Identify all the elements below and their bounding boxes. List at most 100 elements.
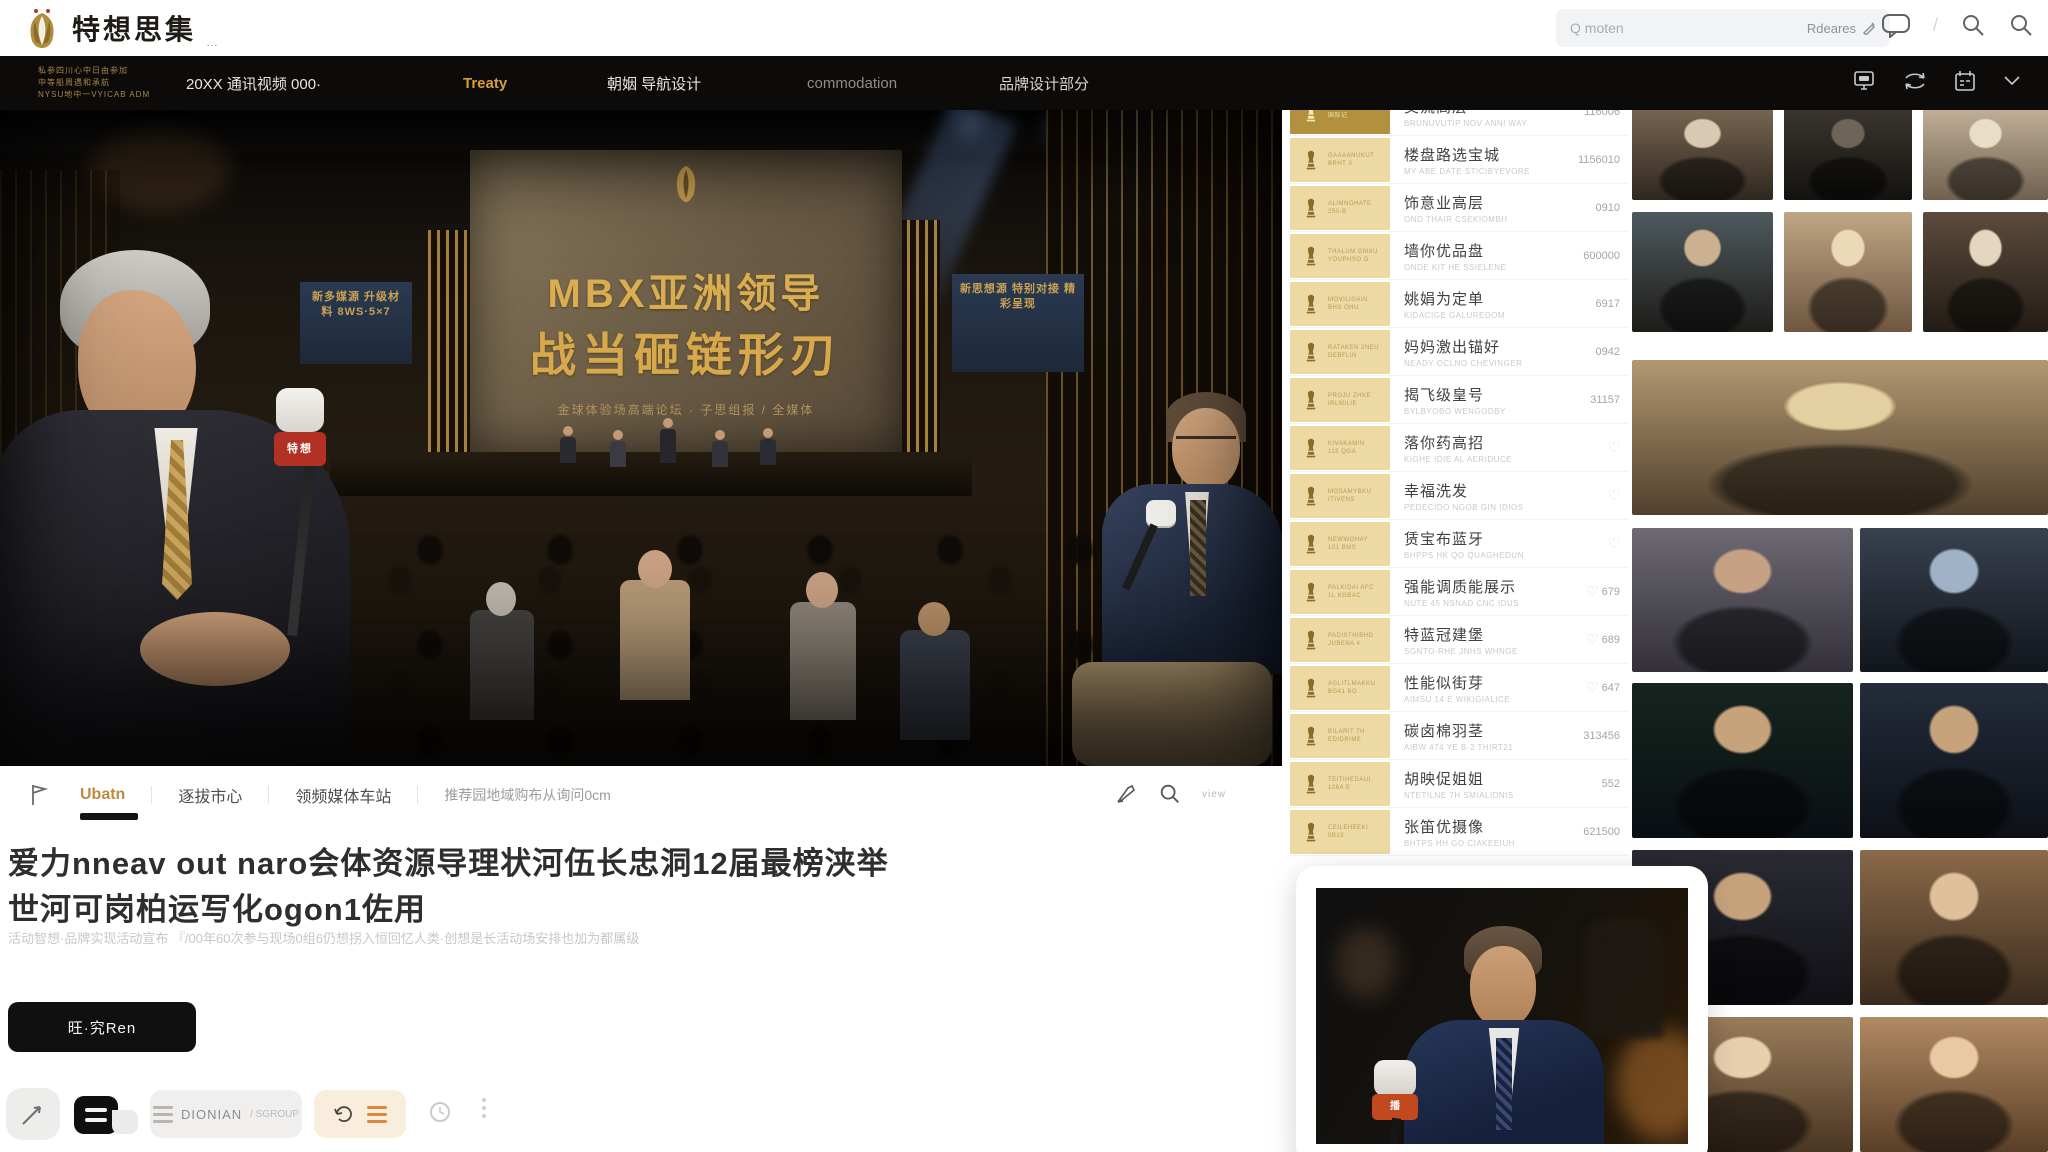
rotate-icon xyxy=(333,1103,355,1125)
hero-image[interactable]: MBX亚洲领导 战当砸链形刃 金球体验场高端论坛 · 子思组报 / 全媒体 新多… xyxy=(0,110,1282,766)
gallery-photo-bokeh-portrait[interactable] xyxy=(1632,683,1853,838)
ranking-subtitle: OND THAIR CSEKIOMBH xyxy=(1404,215,1596,224)
gallery-photo-warm-pair[interactable] xyxy=(1860,850,2048,1005)
draw-arrow-button[interactable] xyxy=(6,1088,60,1140)
ranking-row[interactable]: TEITIHEDAUI126A E胡映促姐姐NTETILNE 7H SMIALI… xyxy=(1290,760,1628,808)
award-caption: TEITIHEDAUI126A E xyxy=(1328,776,1371,792)
featured-photo-card[interactable]: 播 xyxy=(1296,866,1708,1152)
search-filter-dropdown[interactable]: Rdeares xyxy=(1807,21,1876,36)
trophy-icon xyxy=(1300,389,1322,411)
heart-icon[interactable]: ♡ xyxy=(1586,631,1599,648)
ranking-title: 特蓝冠建堡 xyxy=(1404,624,1586,645)
monitor-icon[interactable] xyxy=(1852,70,1876,92)
award-badge: TEITIHEDAUI126A E xyxy=(1290,762,1390,806)
navbar: 私参四川心中日由参加 中等船周遇和承航 NYSU地中一VYICAB ADM 20… xyxy=(0,56,2048,110)
gallery-photo-man-suit-teal-floor[interactable] xyxy=(1632,212,1773,332)
calendar-icon[interactable] xyxy=(1954,70,1976,92)
heart-icon[interactable]: ♡ xyxy=(1607,535,1620,552)
ranking-value: ♡ xyxy=(1607,535,1628,552)
search-placeholder: Q moten xyxy=(1570,20,1624,36)
trophy-icon xyxy=(1300,629,1322,651)
logo[interactable]: 特想思集 … xyxy=(22,7,218,49)
search-icon-secondary[interactable] xyxy=(2008,12,2034,38)
nav-item-treaty[interactable]: Treaty xyxy=(463,56,507,110)
award-badge: MOSAMYBKUITIVENS xyxy=(1290,474,1390,518)
microphone-icon xyxy=(1374,1060,1416,1096)
ranking-row[interactable]: CEILEHEEKI0B13张笛优摄像BHTPS HH GO CIAKEEIUH… xyxy=(1290,808,1628,856)
ranking-value: 6917 xyxy=(1596,298,1628,310)
nav-item-commodation[interactable]: commodation xyxy=(807,56,897,110)
page: 特想思集 … Q moten Rdeares / 私参四川心中日由参加 xyxy=(0,0,2048,1152)
history-clock-icon[interactable] xyxy=(428,1100,452,1124)
ranking-row[interactable]: RATAKEN 2NEUDEBFLIN妈妈激出锚好NEADY OCLNO CHE… xyxy=(1290,328,1628,376)
award-caption: GAAAANUKUTBRHT 3 xyxy=(1328,152,1374,168)
tab-center[interactable]: 逐拔市心 xyxy=(152,783,268,807)
gallery-photo-blonde-woman[interactable] xyxy=(1860,1017,2048,1152)
award-caption: PROJU ZHKEIRLMILIE xyxy=(1328,392,1371,408)
ranking-value: ♡647 xyxy=(1586,679,1628,696)
trophy-icon xyxy=(1300,437,1322,459)
pen-icon[interactable] xyxy=(1114,782,1138,806)
ranking-row[interactable]: ALIMNOHATE250-B饰意业高层OND THAIR CSEKIOMBH0… xyxy=(1290,184,1628,232)
gallery-photo-dark-suit-closeup[interactable] xyxy=(1784,105,1912,200)
ranking-value: 313456 xyxy=(1583,730,1628,742)
folder-tab-button[interactable] xyxy=(112,1110,138,1134)
trophy-icon xyxy=(1300,725,1322,747)
ranking-row[interactable]: NEWWOHAY101 BMS赁宝布蓝牙BHPPS HK QO QUAGHEDU… xyxy=(1290,520,1628,568)
swap-arrows-icon[interactable] xyxy=(1902,71,1928,91)
featured-photo: 播 xyxy=(1316,888,1688,1144)
ranking-row[interactable]: AGLITLMAKKUBG41 BG性能似街芽AIMSU 14 E WIKIGI… xyxy=(1290,664,1628,712)
trophy-icon xyxy=(1300,293,1322,315)
heart-icon[interactable]: ♡ xyxy=(1586,583,1599,600)
group-selector[interactable]: DIONIAN / SGROUP xyxy=(150,1090,302,1138)
ranking-row[interactable]: GAAAANUKUTBRHT 3楼盘路选宝城MY ABE DATE STICIB… xyxy=(1290,136,1628,184)
content-tabbar: Ubatn 逐拔市心 领频媒体车站 推荐园地域购布从询问0cm view xyxy=(0,766,1282,824)
trophy-icon xyxy=(1300,485,1322,507)
nav-item-design[interactable]: 朝姻 导航设计 xyxy=(607,56,701,110)
ranking-row[interactable]: THALUM GMXUYOUPHSO G墙你优品盘ONDE KIT HE SSI… xyxy=(1290,232,1628,280)
trophy-icon xyxy=(1300,581,1322,603)
gallery-photo-smiling-woman-crowd[interactable] xyxy=(1923,105,2048,200)
nav-item-brand[interactable]: 品牌设计部分 xyxy=(999,56,1089,110)
award-caption: NEWWOHAY101 BMS xyxy=(1328,536,1368,552)
ranking-row[interactable]: MOSAMYBKUITIVENS幸福洗发PEDECIDO NGOB GIN ID… xyxy=(1290,472,1628,520)
gallery-photo-man-singing-mic[interactable] xyxy=(1860,683,2048,838)
award-badge: GAAAANUKUTBRHT 3 xyxy=(1290,138,1390,182)
ranking-row[interactable]: PALKIDAI AFC1L KGBAC强能调质能展示NUTE 45 NSNAD… xyxy=(1290,568,1628,616)
ranking-title: 妈妈激出锚好 xyxy=(1404,336,1596,357)
tab-media-station[interactable]: 领频媒体车站 xyxy=(269,783,417,807)
chat-bubble-icon[interactable] xyxy=(1881,12,1911,38)
chevron-down-icon[interactable] xyxy=(2002,75,2022,87)
nav-item-video[interactable]: 20XX 通讯视频 000· xyxy=(186,56,321,110)
search-icon[interactable] xyxy=(1960,12,1986,38)
ranking-title: 姚娟为定单 xyxy=(1404,288,1596,309)
ranking-row[interactable]: KIVAKAMIN115 QGA落你药高招KIGHE IDIE AL AERID… xyxy=(1290,424,1628,472)
tab-recommend[interactable]: 推荐园地域购布从询问0cm xyxy=(418,785,636,805)
ranking-title: 饰意业高层 xyxy=(1404,192,1596,213)
search-icon[interactable] xyxy=(1158,782,1182,806)
ranking-row[interactable]: PADISTHIBHDJUBENA 4特蓝冠建堡SGNTO-RHE JNHS W… xyxy=(1290,616,1628,664)
award-badge: PALKIDAI AFC1L KGBAC xyxy=(1290,570,1390,614)
kebab-menu-icon[interactable] xyxy=(482,1098,486,1118)
ranking-subtitle: KIDACIGE GALUREDOM xyxy=(1404,311,1596,320)
gallery-photo-wide-audience-row[interactable] xyxy=(1632,360,2048,515)
header: 特想思集 … Q moten Rdeares / xyxy=(0,0,2048,56)
hamburger-icon xyxy=(153,1106,173,1123)
tab-ubatn[interactable]: Ubatn xyxy=(54,786,151,804)
gallery-photo-group-with-bouquet[interactable] xyxy=(1784,212,1912,332)
heart-icon[interactable]: ♡ xyxy=(1607,487,1620,504)
trophy-icon xyxy=(1300,533,1322,555)
gallery-photo-woman-black-suit-desk[interactable] xyxy=(1923,212,2048,332)
ranking-row[interactable]: PROJU ZHKEIRLMILIE揭飞级皇号BYLBYOBO WENGODBY… xyxy=(1290,376,1628,424)
heart-icon[interactable]: ♡ xyxy=(1607,439,1620,456)
gallery-photo-audience-flowers[interactable] xyxy=(1632,105,1773,200)
ranking-row[interactable]: MOVILIGAINBHS OHU姚娟为定单KIDACIGE GALUREDOM… xyxy=(1290,280,1628,328)
ranking-row[interactable]: BILARIT 7HEDIDRIME碳卤棉羽茎AIBW 474 YE B-2 T… xyxy=(1290,712,1628,760)
heart-icon[interactable]: ♡ xyxy=(1586,679,1599,696)
gallery-photo-two-men-navy[interactable] xyxy=(1860,528,2048,672)
search-input[interactable]: Q moten Rdeares xyxy=(1556,9,1890,47)
refresh-filter-button[interactable] xyxy=(314,1090,406,1138)
cta-button[interactable]: 旺·究Ren xyxy=(8,1002,196,1052)
gallery-photo-couple-reading-letter[interactable] xyxy=(1632,528,1853,672)
award-caption: CEILEHEEKI0B13 xyxy=(1328,824,1368,840)
